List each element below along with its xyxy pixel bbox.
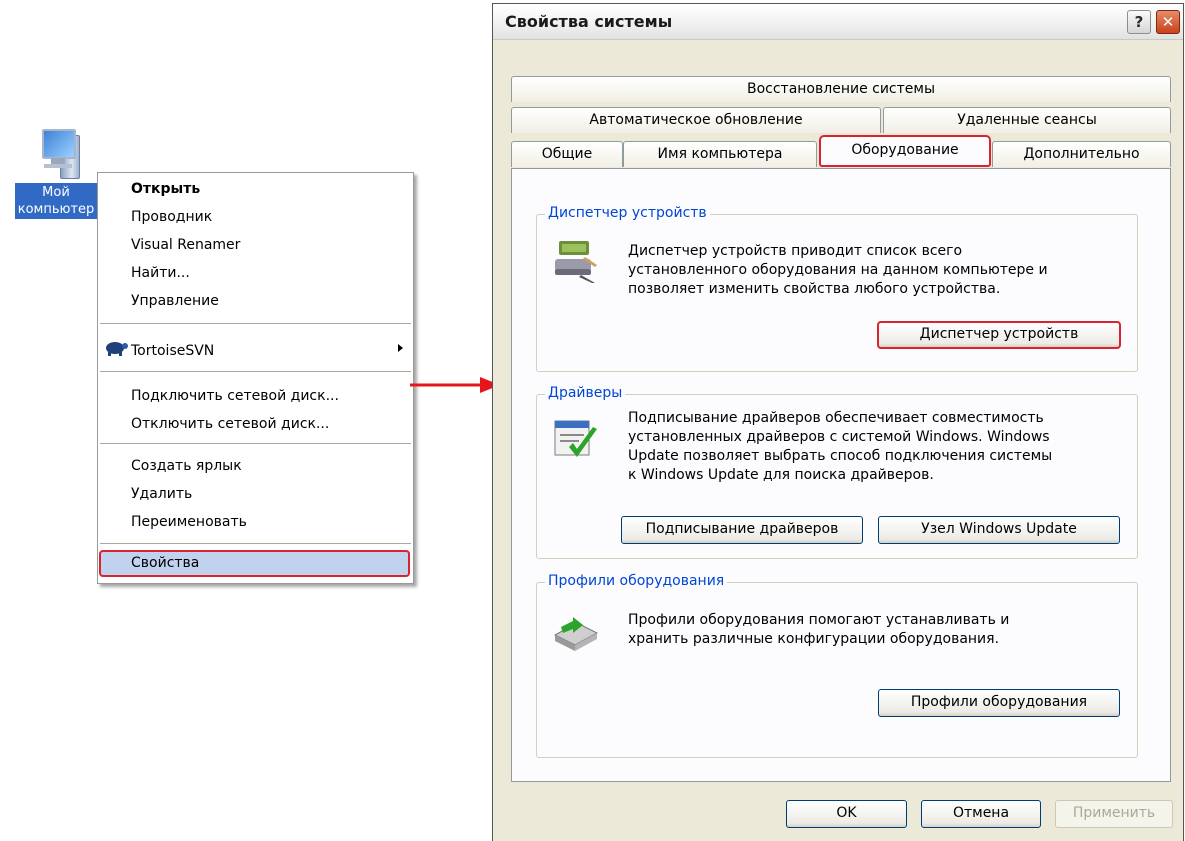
hardware-profiles-description: Профили оборудования помогают устанавлив…	[628, 612, 1010, 647]
submenu-arrow-icon	[398, 344, 403, 352]
tab-advanced[interactable]: Дополнительно	[992, 141, 1171, 167]
menu-item-map-network-drive[interactable]: Подключить сетевой диск...	[131, 384, 339, 408]
menu-separator	[100, 443, 411, 444]
device-manager-description: Диспетчер устройств приводит список всег…	[628, 243, 1048, 297]
hardware-profiles-group: Профили оборудования Профили оборудовани…	[536, 573, 1138, 758]
red-arrow-icon	[410, 377, 500, 393]
device-manager-group: Диспетчер устройств Диспетчер устройств …	[536, 205, 1138, 372]
hardware-profiles-legend: Профили оборудования	[545, 573, 728, 589]
computer-icon	[26, 125, 86, 183]
drivers-description: Подписывание драйверов обеспечивает совм…	[628, 410, 1053, 483]
tab-general[interactable]: Общие	[511, 141, 623, 167]
menu-item-disconnect-network-drive[interactable]: Отключить сетевой диск...	[131, 412, 329, 436]
menu-separator	[100, 371, 411, 372]
drivers-group: Драйверы Подписывание драйверов обеспечи…	[536, 385, 1138, 559]
dialog-titlebar[interactable]: Свойства системы ? ✕	[493, 4, 1183, 40]
context-menu: Открыть Проводник Visual Renamer Найти..…	[97, 172, 414, 584]
menu-item-find[interactable]: Найти...	[131, 261, 190, 285]
menu-item-open[interactable]: Открыть	[131, 177, 200, 201]
tab-automatic-updates[interactable]: Автоматическое обновление	[511, 107, 881, 133]
menu-item-tortoisesvn[interactable]: TortoiseSVN	[131, 339, 214, 363]
menu-item-delete[interactable]: Удалить	[131, 482, 192, 506]
dialog-title: Свойства системы	[505, 12, 673, 31]
tab-computer-name[interactable]: Имя компьютера	[623, 141, 817, 167]
menu-item-properties[interactable]: Свойства	[131, 551, 199, 575]
windows-update-button[interactable]: Узел Windows Update	[878, 516, 1120, 544]
menu-item-explorer[interactable]: Проводник	[131, 205, 212, 229]
device-manager-icon	[555, 241, 597, 283]
desktop-icon-label-line2: компьютер	[17, 202, 95, 217]
tab-hardware[interactable]: Оборудование	[819, 135, 991, 167]
my-computer-desktop-icon[interactable]: Мой компьютер	[10, 125, 102, 219]
menu-separator	[100, 323, 411, 324]
menu-item-manage[interactable]: Управление	[131, 289, 219, 313]
driver-signing-icon	[554, 420, 597, 457]
desktop-icon-label-line1: Мой	[42, 185, 70, 200]
hardware-tab-panel: Диспетчер устройств Диспетчер устройств …	[511, 168, 1171, 782]
tab-remote[interactable]: Удаленные сеансы	[883, 107, 1171, 133]
drivers-legend: Драйверы	[545, 385, 626, 401]
menu-separator	[100, 543, 411, 544]
menu-item-visual-renamer[interactable]: Visual Renamer	[131, 233, 240, 257]
tab-system-restore[interactable]: Восстановление системы	[511, 76, 1171, 102]
cancel-button[interactable]: Отмена	[921, 800, 1041, 828]
driver-signing-button[interactable]: Подписывание драйверов	[621, 516, 863, 544]
menu-item-rename[interactable]: Переименовать	[131, 510, 247, 534]
device-manager-legend: Диспетчер устройств	[545, 205, 710, 221]
close-button[interactable]: ✕	[1156, 10, 1180, 34]
system-properties-dialog: Свойства системы ? ✕ Восстановление сист…	[492, 3, 1184, 841]
desktop-icon-label: Мой компьютер	[14, 183, 98, 219]
ok-button[interactable]: OK	[786, 800, 907, 828]
menu-item-create-shortcut[interactable]: Создать ярлык	[131, 454, 242, 478]
apply-button[interactable]: Применить	[1055, 800, 1173, 828]
help-button[interactable]: ?	[1127, 10, 1151, 34]
device-manager-button[interactable]: Диспетчер устройств	[877, 321, 1121, 349]
hardware-profiles-button[interactable]: Профили оборудования	[878, 689, 1120, 717]
tortoisesvn-icon	[106, 342, 128, 356]
hardware-profiles-icon	[553, 617, 599, 651]
